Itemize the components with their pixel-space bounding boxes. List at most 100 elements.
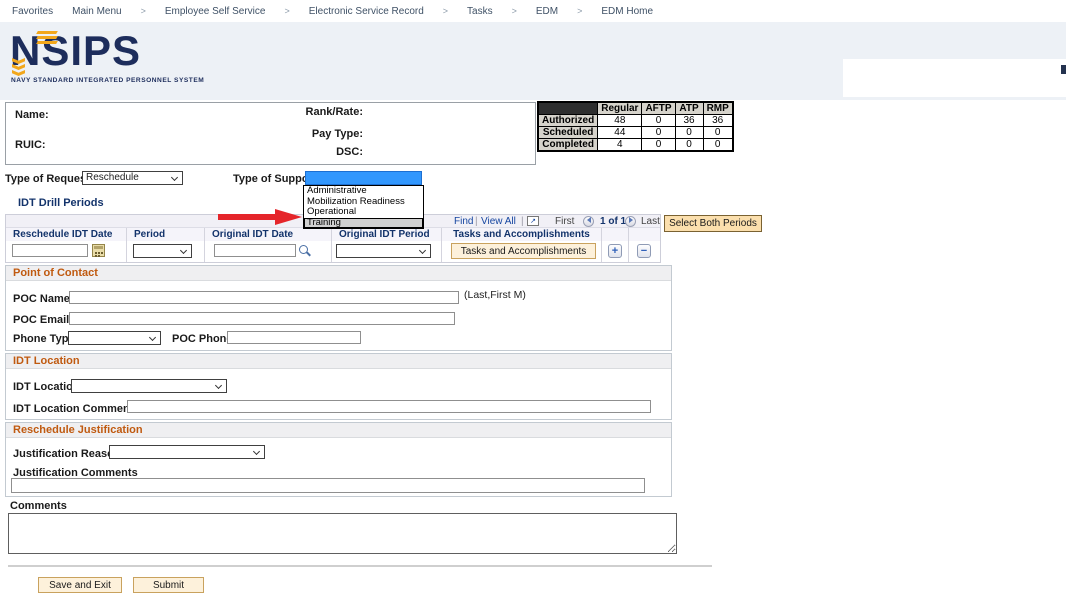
breadcrumb-separator-icon: > [443,6,448,16]
dropdown-option-training[interactable]: Training [304,218,423,229]
chevron-down-icon [215,382,222,389]
poc-phone-label: POC Phone [172,333,233,345]
justification-reason-select[interactable] [109,445,265,459]
type-of-support-select[interactable] [305,171,422,185]
point-of-contact-section: Point of Contact POC Name (Last,First M)… [5,265,672,351]
next-page-button[interactable] [625,216,636,227]
view-all-link[interactable]: View All [481,215,516,228]
breadcrumb-edm-home[interactable]: EDM Home [601,6,653,17]
idt-drill-periods-title: IDT Drill Periods [18,197,104,209]
select-both-periods-button[interactable]: Select Both Periods [664,215,762,232]
page: Favorites Main Menu > Employee Self Serv… [0,0,1066,599]
first-link[interactable]: First [555,215,574,228]
summary-value: 36 [703,115,733,127]
breadcrumb-separator-icon: > [512,6,517,16]
col-header-reschedule-idt-date: Reschedule IDT Date [6,228,127,242]
find-link[interactable]: Find [454,215,473,228]
poc-phone-input[interactable] [227,331,361,344]
page-indicator: 1 of 1 [600,215,626,228]
summary-value: 4 [598,139,642,152]
period-select[interactable] [133,244,192,258]
chevron-down-icon [171,174,178,181]
chevron-down-icon [419,247,426,254]
summary-corner-cell [538,102,598,115]
summary-value: 0 [675,127,703,139]
dropdown-option-operational[interactable]: Operational [304,207,423,218]
reschedule-justification-section: Reschedule Justification Justification R… [5,422,672,497]
idt-location-title: IDT Location [6,354,671,369]
tasks-and-accomplishments-button[interactable]: Tasks and Accomplishments [451,243,596,259]
phone-type-select[interactable] [68,331,161,345]
submit-button[interactable]: Submit [133,577,204,593]
summary-col-rmp: RMP [703,102,733,115]
new-window-icon[interactable]: ↗ [527,216,539,226]
breadcrumb-employee-self-service[interactable]: Employee Self Service [165,6,266,17]
idt-location-comments-input[interactable] [127,400,651,413]
member-info-box: Name: RUIC: Rank/Rate: Pay Type: DSC: [5,102,536,165]
breadcrumb-separator-icon: > [577,6,582,16]
comments-textarea[interactable] [8,513,677,554]
breadcrumb-separator-icon: > [141,6,146,16]
nsips-logo-tagline: NAVY STANDARD INTEGRATED PERSONNEL SYSTE… [11,77,204,84]
poc-email-input[interactable] [69,312,455,325]
col-header-remove [629,228,660,242]
summary-col-regular: Regular [598,102,642,115]
dropdown-option-administrative[interactable]: Administrative [304,186,423,197]
rank-rate-label: Rank/Rate: [306,106,363,118]
chevron-down-icon [253,448,260,455]
remove-row-button[interactable]: − [637,244,651,258]
save-and-exit-button[interactable]: Save and Exit [38,577,122,593]
type-of-support-dropdown-list: Administrative Mobilization Readiness Op… [303,185,424,229]
justification-reason-label: Justification Reason [13,448,121,460]
summary-col-aftp: AFTP [642,102,675,115]
pay-type-label: Pay Type: [312,128,363,140]
nav-pipe: | [521,215,524,228]
summary-col-atp: ATP [675,102,703,115]
chevron-left-icon [587,217,591,223]
poc-name-input[interactable] [69,291,459,304]
idt-location-section: IDT Location IDT Location IDT Location C… [5,353,672,420]
breadcrumb-separator-icon: > [284,6,289,16]
type-of-request-label: Type of Request [5,173,90,185]
summary-value: 0 [642,127,675,139]
summary-row-authorized: Authorized [538,115,598,127]
previous-page-button[interactable] [583,216,594,227]
logo-gold-stripes-icon [37,31,57,46]
breadcrumb-main-menu[interactable]: Main Menu [72,6,121,17]
red-arrow-annotation [218,208,303,226]
justification-comments-input[interactable] [11,478,645,493]
type-of-support-label: Type of Support [233,173,317,185]
point-of-contact-title: Point of Contact [6,266,671,281]
summary-value: 36 [675,115,703,127]
chevron-down-icon [149,334,156,341]
breadcrumb-favorites[interactable]: Favorites [12,6,53,17]
calendar-icon[interactable] [92,244,105,257]
breadcrumb-electronic-service-record[interactable]: Electronic Service Record [309,6,424,17]
original-idt-date-input[interactable] [214,244,296,257]
logo-gold-chevrons-icon [12,58,25,76]
idt-location-select[interactable] [71,379,227,393]
summary-value: 44 [598,127,642,139]
summary-value: 0 [703,139,733,152]
last-link[interactable]: Last [641,215,660,228]
col-header-add [602,228,629,242]
lookup-magnifier-icon[interactable] [298,244,311,258]
window-control-partial [1061,65,1066,74]
footer-divider [8,565,712,567]
drill-summary-table: Regular AFTP ATP RMP Authorized 48 0 36 … [537,101,734,152]
name-label: Name: [15,109,49,121]
table-row: Completed 4 0 0 0 [538,139,733,152]
reschedule-justification-title: Reschedule Justification [6,423,671,438]
header-white-panel [843,59,1066,97]
breadcrumb-tasks[interactable]: Tasks [467,6,493,17]
add-row-button[interactable]: + [608,244,622,258]
summary-value: 0 [703,127,733,139]
reschedule-idt-date-input[interactable] [12,244,88,257]
idt-location-comments-label: IDT Location Comments [13,403,140,415]
type-of-request-select[interactable]: Reschedule [82,171,183,185]
original-idt-period-select[interactable] [336,244,431,258]
table-row: Scheduled 44 0 0 0 [538,127,733,139]
ruic-label: RUIC: [15,139,46,151]
col-header-original-idt-date: Original IDT Date [205,228,332,242]
breadcrumb-edm[interactable]: EDM [536,6,558,17]
